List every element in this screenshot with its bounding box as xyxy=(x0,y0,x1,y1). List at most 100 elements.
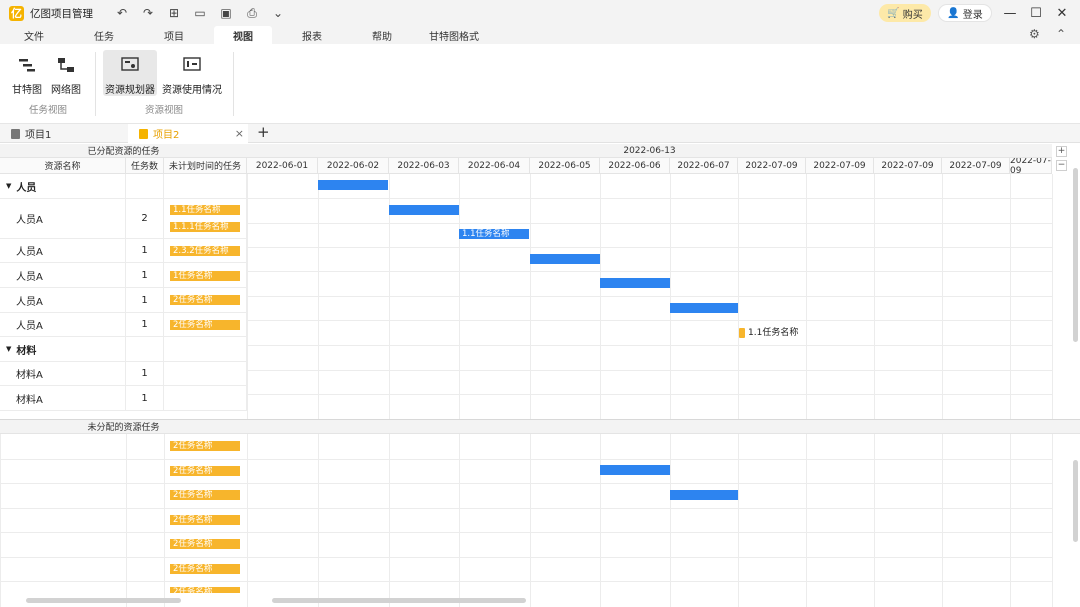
task-count-cell: 1 xyxy=(126,263,164,288)
gantt-bar[interactable] xyxy=(530,254,600,264)
grid-line xyxy=(247,198,1052,199)
table-row[interactable]: 人员A xyxy=(0,199,126,239)
gantt-bar[interactable] xyxy=(670,303,738,313)
tab-task[interactable]: 任务 xyxy=(82,26,126,44)
add-tab-icon[interactable]: + xyxy=(257,123,270,141)
table-row[interactable]: 人员A xyxy=(0,313,126,337)
gantt-bar[interactable] xyxy=(600,278,670,288)
undo-icon[interactable]: ↶ xyxy=(113,5,131,21)
col-task-count[interactable]: 任务数 xyxy=(126,158,164,174)
tab-report[interactable]: 报表 xyxy=(290,26,334,44)
grid-line xyxy=(600,174,601,420)
unplanned-task-tag[interactable]: 1任务名称 xyxy=(170,271,240,281)
grid-line xyxy=(247,320,1052,321)
app-title: 亿图项目管理 xyxy=(30,7,93,20)
group-row-materials[interactable]: ▼ 材料 xyxy=(0,337,126,362)
gantt-bar[interactable] xyxy=(600,465,670,475)
gantt-view-button[interactable]: 甘特图 xyxy=(8,50,46,96)
gantt-view-label: 甘特图 xyxy=(12,85,42,96)
grid-line xyxy=(1052,174,1053,420)
table-row[interactable]: 材料A xyxy=(0,362,126,386)
minimize-icon[interactable]: — xyxy=(1000,3,1020,23)
table-row[interactable]: 人员A xyxy=(0,263,126,288)
grid-line xyxy=(247,581,1052,582)
unassigned-task-tag[interactable]: 2任务名称 xyxy=(170,564,240,574)
collapse-triangle-icon[interactable]: ▼ xyxy=(6,182,11,190)
close-tab-icon[interactable]: × xyxy=(235,127,244,140)
close-window-icon[interactable]: ✕ xyxy=(1052,3,1072,23)
col-unplanned-tasks[interactable]: 未计划时间的任务 xyxy=(164,158,247,174)
tab-view[interactable]: 视图 xyxy=(214,26,272,44)
settings-gear-icon[interactable]: ⚙ xyxy=(1029,27,1040,41)
login-button[interactable]: 👤 登录 xyxy=(938,4,992,22)
doc-tab-label: 项目1 xyxy=(25,130,52,141)
doc-tab-project2[interactable]: 项目2 × xyxy=(128,124,248,143)
group-row-people[interactable]: ▼ 人员 xyxy=(0,174,126,199)
maximize-icon[interactable]: ☐ xyxy=(1026,3,1046,23)
resource-name: 人员A xyxy=(16,247,43,258)
new-file-icon[interactable]: ⊞ xyxy=(165,5,183,21)
group-count-cell xyxy=(126,174,164,199)
expand-plus-icon[interactable]: + xyxy=(1056,146,1067,157)
network-view-button[interactable]: 网络图 xyxy=(46,50,86,96)
doc-tab-project1[interactable]: 项目1 xyxy=(0,124,128,143)
gantt-bar[interactable] xyxy=(670,490,738,500)
timeline-top-date: 2022-06-13 xyxy=(247,144,1052,158)
table-row[interactable]: 人员A xyxy=(0,239,126,263)
assigned-section-title: 已分配资源的任务 xyxy=(0,144,247,158)
collapse-ribbon-icon[interactable]: ⌃ xyxy=(1056,27,1066,41)
grid-line xyxy=(247,483,1052,484)
unassigned-task-tag[interactable]: 2任务名称 xyxy=(170,490,240,500)
unplanned-task-tag[interactable]: 1.1.1任务名称 xyxy=(170,222,240,232)
vertical-scrollbar[interactable] xyxy=(1073,460,1078,542)
open-folder-icon[interactable]: ▭ xyxy=(191,5,209,21)
resource-name: 材料A xyxy=(16,370,43,381)
date-header: 2022-06-07 xyxy=(670,158,738,174)
unplanned-task-tag[interactable]: 2任务名称 xyxy=(170,295,240,305)
print-icon[interactable]: ⎙ xyxy=(243,5,261,21)
unplanned-task-tag[interactable]: 2.3.2任务名称 xyxy=(170,246,240,256)
horizontal-scrollbar-right[interactable] xyxy=(272,598,526,603)
customize-chevron-icon[interactable]: ⌄ xyxy=(269,5,287,21)
unplanned-task-tag[interactable]: 2任务名称 xyxy=(170,320,240,330)
resource-name: 人员A xyxy=(16,215,43,226)
gantt-bar[interactable] xyxy=(389,205,459,215)
unassigned-task-tag[interactable]: 2任务名称 xyxy=(170,587,240,593)
resource-usage-button[interactable]: 资源使用情况 xyxy=(160,50,224,96)
gantt-bar[interactable]: 1.1任务名称 xyxy=(459,229,529,239)
grid-line xyxy=(806,174,807,420)
unplanned-task-tag[interactable]: 1.1任务名称 xyxy=(170,205,240,215)
grid-line xyxy=(318,174,319,420)
tab-file[interactable]: 文件 xyxy=(12,26,56,44)
unassigned-task-tag[interactable]: 2任务名称 xyxy=(170,515,240,525)
grid-line xyxy=(1052,434,1053,607)
horizontal-scrollbar-left[interactable] xyxy=(26,598,181,603)
unassigned-panel: 未分配的资源任务 2任务名称 2任务名称 2任务名称 2任务名称 2任务名称 2… xyxy=(0,420,1080,607)
task-count: 1 xyxy=(141,269,148,281)
tab-gantt-format[interactable]: 甘特图格式 xyxy=(424,26,484,44)
collapse-minus-icon[interactable]: − xyxy=(1056,160,1067,171)
unassigned-task-tag[interactable]: 2任务名称 xyxy=(170,539,240,549)
assigned-panel: 已分配资源的任务 2022-06-13 + − 资源名称 任务数 未计划时间的任… xyxy=(0,144,1080,420)
resource-planner-button[interactable]: 资源规划器 xyxy=(103,50,157,96)
task-count-cell: 2 xyxy=(126,199,164,239)
redo-icon[interactable]: ↷ xyxy=(139,5,157,21)
unassigned-task-tag[interactable]: 2任务名称 xyxy=(170,466,240,476)
table-row[interactable]: 材料A xyxy=(0,386,126,411)
buy-button[interactable]: 🛒 购买 xyxy=(879,4,931,22)
tab-project[interactable]: 项目 xyxy=(152,26,196,44)
resource-name: 人员A xyxy=(16,271,43,283)
vertical-scrollbar[interactable] xyxy=(1073,168,1078,342)
save-icon[interactable]: ▣ xyxy=(217,5,235,21)
table-row[interactable]: 人员A xyxy=(0,288,126,313)
date-header: 2022-07-09 xyxy=(738,158,806,174)
col-resource-name[interactable]: 资源名称 xyxy=(0,158,126,174)
tab-help[interactable]: 帮助 xyxy=(360,26,404,44)
group-name: 人员 xyxy=(16,182,37,194)
unassigned-task-tag[interactable]: 2任务名称 xyxy=(170,441,240,451)
collapse-triangle-icon[interactable]: ▼ xyxy=(6,345,11,353)
milestone-label[interactable]: 1.1任务名称 xyxy=(738,328,798,338)
gantt-bar[interactable] xyxy=(318,180,388,190)
grid-line xyxy=(738,174,739,420)
grid-line xyxy=(0,557,247,558)
